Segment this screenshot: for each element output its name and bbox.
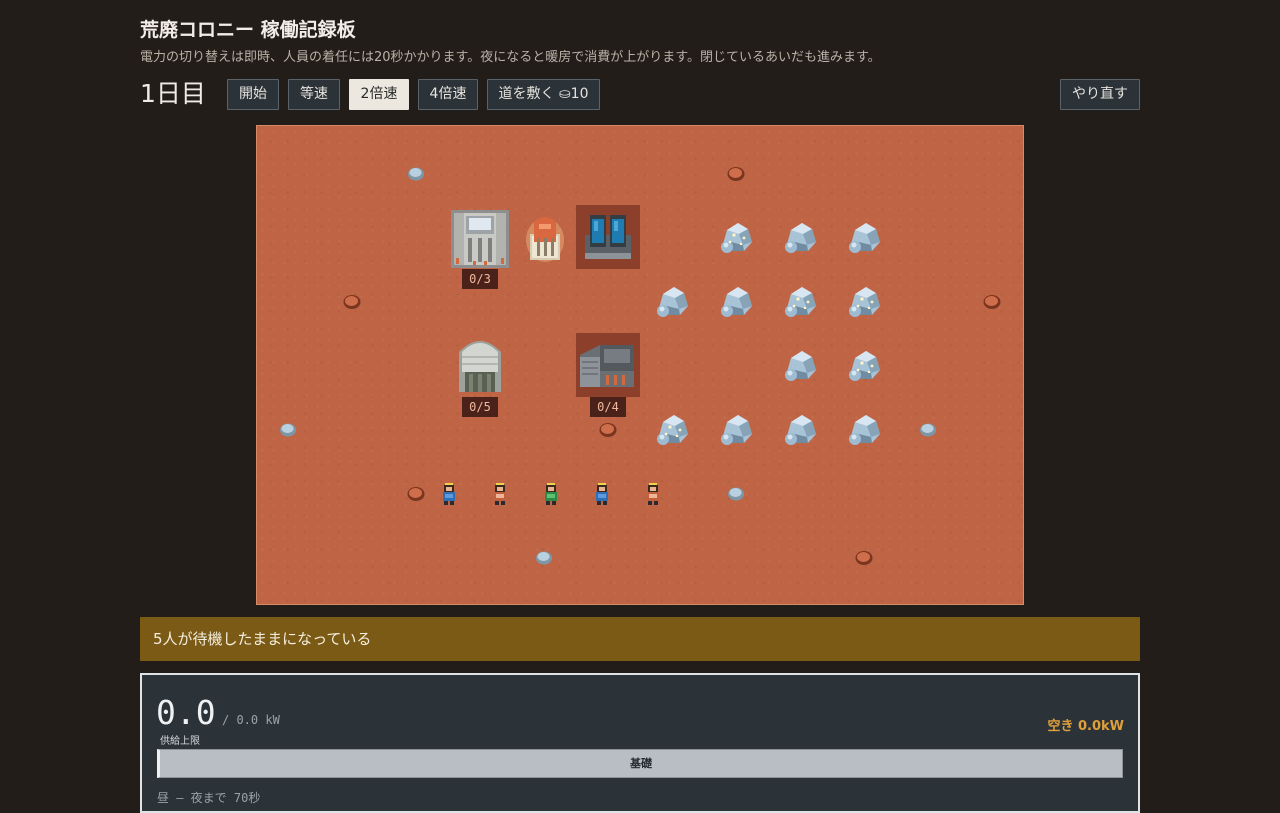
blue-rock: [728, 487, 744, 501]
build-road-button[interactable]: 道を敷く ⛀10: [487, 79, 600, 110]
supply-limit-label: 供給上限: [160, 736, 200, 747]
blue-rock: [536, 551, 552, 565]
speed-1x-button[interactable]: 等速: [288, 79, 340, 110]
ore-deposit[interactable]: [781, 410, 819, 448]
colonist-icon[interactable]: [440, 482, 458, 506]
blue-rock: [408, 167, 424, 181]
ore-deposit-sparkle[interactable]: [845, 282, 883, 320]
generator[interactable]: [525, 212, 565, 268]
ore-deposit-sparkle[interactable]: [717, 218, 755, 256]
power-usage-bar: 基礎: [157, 749, 1123, 778]
speed-2x-button[interactable]: 2倍速: [349, 79, 409, 110]
ore-deposit-sparkle[interactable]: [845, 346, 883, 384]
factory[interactable]: [576, 333, 640, 401]
red-rock: [855, 551, 873, 565]
red-rock: [727, 167, 745, 181]
red-rock: [343, 295, 361, 309]
colonist-icon[interactable]: [593, 482, 611, 506]
ore-deposit[interactable]: [781, 218, 819, 256]
day-counter: 1日目: [140, 79, 206, 108]
colonist-icon[interactable]: [491, 482, 509, 506]
ore-deposit[interactable]: [717, 410, 755, 448]
colony-map[interactable]: 0/3 0/5 0/4: [256, 125, 1024, 605]
red-rock: [983, 295, 1001, 309]
colonist-icon[interactable]: [644, 482, 662, 506]
ore-deposit-sparkle[interactable]: [653, 410, 691, 448]
power-capacity: / 0.0 kW: [222, 713, 280, 727]
red-rock: [599, 423, 617, 437]
blue-rock: [280, 423, 296, 437]
reset-button[interactable]: やり直す: [1060, 79, 1140, 110]
power-supply-value: 0.0: [156, 693, 216, 732]
page-title: 荒廃コロニー 稼働記録板: [140, 19, 356, 41]
power-bar-label: 基礎: [630, 757, 652, 770]
silo-capacity: 0/5: [462, 397, 498, 417]
ore-deposit[interactable]: [845, 410, 883, 448]
ore-deposit[interactable]: [845, 218, 883, 256]
blue-rock: [920, 423, 936, 437]
ore-deposit[interactable]: [717, 282, 755, 320]
page-description: 電力の切り替えは即時、人員の着任には20秒かかります。夜になると暖房で消費が上が…: [140, 50, 881, 65]
ore-deposit[interactable]: [781, 346, 819, 384]
colonist-icon[interactable]: [542, 482, 560, 506]
storage-silo[interactable]: [457, 332, 503, 400]
red-rock: [407, 487, 425, 501]
battery-unit[interactable]: [576, 205, 640, 273]
idle-workers-alert: 5人が待機したままになっている: [140, 617, 1140, 661]
power-panel: 0.0 / 0.0 kW 供給上限 空き 0.0kW 基礎 昼 — 夜まで 70…: [140, 673, 1140, 813]
speed-4x-button[interactable]: 4倍速: [418, 79, 478, 110]
habitat-module[interactable]: [448, 206, 512, 274]
start-button[interactable]: 開始: [227, 79, 279, 110]
ore-deposit[interactable]: [653, 282, 691, 320]
factory-capacity: 0/4: [590, 397, 626, 417]
habitat-capacity: 0/3: [462, 269, 498, 289]
day-night-timer: 昼 — 夜まで 70秒: [157, 791, 261, 805]
free-power: 空き 0.0kW: [1047, 719, 1124, 734]
ore-deposit-sparkle[interactable]: [781, 282, 819, 320]
